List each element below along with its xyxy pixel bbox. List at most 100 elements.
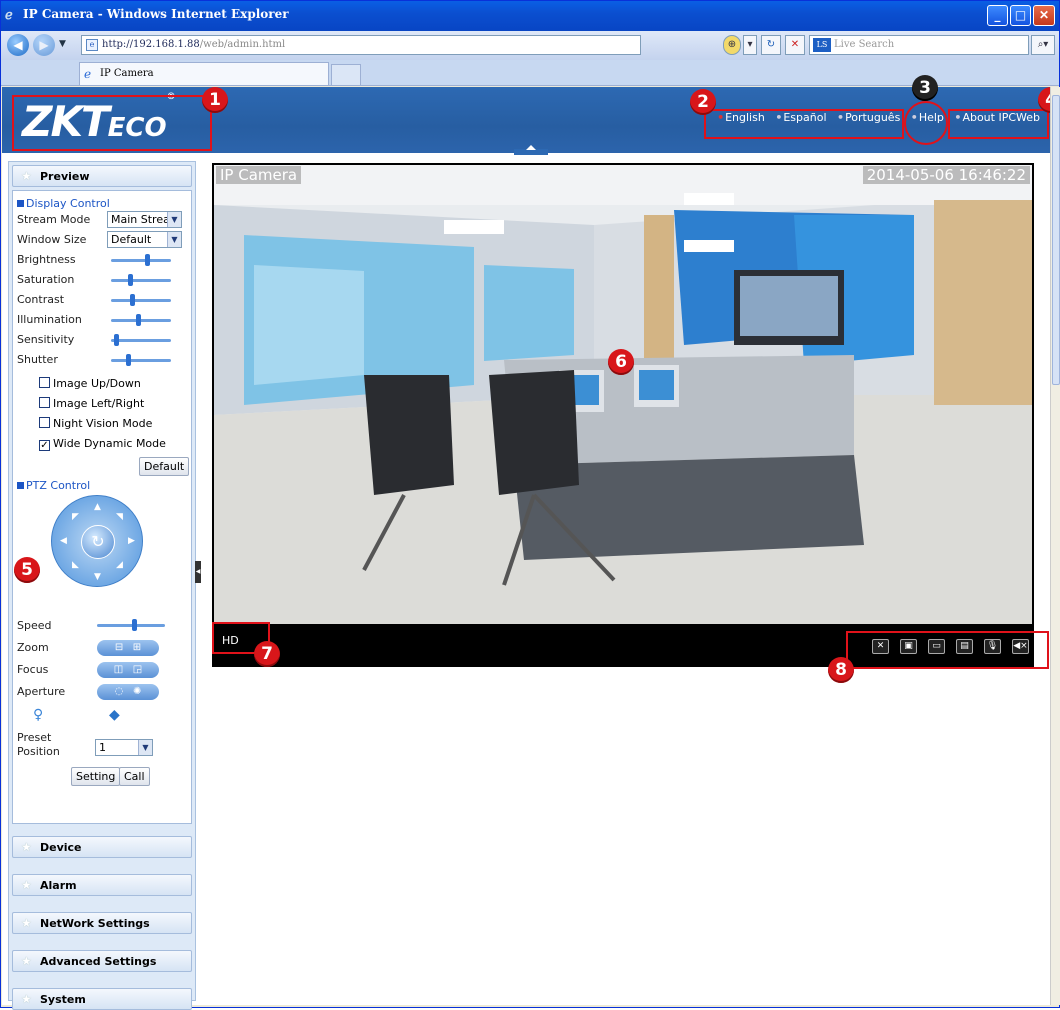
section-system[interactable]: ★ System: [12, 988, 192, 1010]
ptz-control-label: PTZ Control: [26, 479, 91, 492]
section-alarm[interactable]: ★ Alarm: [12, 874, 192, 896]
display-control-heading: Display Control: [13, 197, 110, 210]
maximize-icon[interactable]: □: [1010, 5, 1031, 26]
ptz-auto-icon[interactable]: ↻: [81, 525, 115, 559]
slider-thumb[interactable]: [130, 294, 135, 306]
checkbox-option[interactable]: Night Vision Mode: [39, 417, 152, 430]
page-scrollbar[interactable]: [1050, 87, 1060, 1005]
preset-label-line2: Position: [17, 745, 60, 758]
focus-controls[interactable]: ◫ ◲: [97, 662, 159, 678]
checkbox-icon[interactable]: [39, 397, 50, 408]
default-button[interactable]: Default: [139, 457, 190, 476]
callout-box-1: [12, 95, 212, 151]
scrollbar-thumb[interactable]: [1052, 95, 1060, 385]
window-size-select[interactable]: Default ▼: [107, 231, 182, 248]
focus-near-icon[interactable]: ◫: [114, 664, 123, 675]
speed-slider[interactable]: [97, 619, 165, 631]
section-label: Advanced Settings: [40, 955, 157, 968]
aperture-label: Aperture: [17, 685, 66, 698]
sidebar: ★ Preview Display Control Stream Mode Ma…: [8, 161, 196, 1010]
video-caption: IP Camera: [216, 166, 302, 184]
collapse-sidebar-handle[interactable]: ◀: [195, 561, 201, 583]
slider-track: [111, 299, 171, 302]
new-tab-button[interactable]: [331, 64, 361, 85]
image-slider[interactable]: [111, 334, 171, 346]
focus-far-icon[interactable]: ◲: [133, 664, 142, 675]
zoom-out-icon[interactable]: ⊟: [115, 642, 123, 653]
search-input[interactable]: LS Live Search: [809, 35, 1029, 55]
ptz-upleft-icon[interactable]: ◤: [72, 512, 79, 522]
light-icon[interactable]: ♀: [33, 707, 43, 723]
refresh-icon[interactable]: ↻: [761, 35, 781, 55]
star-icon: ★: [21, 916, 32, 930]
ptz-upright-icon[interactable]: ◥: [116, 512, 123, 522]
ptz-downright-icon[interactable]: ◢: [116, 560, 123, 570]
ptz-up-icon[interactable]: ▲: [94, 502, 101, 512]
url-dropdown-icon[interactable]: ▾: [743, 35, 757, 55]
slider-thumb[interactable]: [128, 274, 133, 286]
window-size-value: Default: [111, 233, 152, 246]
slider-thumb[interactable]: [114, 334, 119, 346]
collapse-header-handle[interactable]: [514, 145, 548, 155]
forward-icon[interactable]: ▶: [33, 34, 55, 56]
image-slider[interactable]: [111, 274, 171, 286]
callout-box-8: [846, 631, 1049, 669]
zoom-in-icon[interactable]: ⊞: [133, 642, 141, 653]
checkbox-icon[interactable]: [39, 377, 50, 388]
slider-label: Saturation: [17, 273, 75, 286]
section-preview[interactable]: ★ Preview: [12, 165, 192, 187]
zoom-controls[interactable]: ⊟ ⊞: [97, 640, 159, 656]
slider-thumb[interactable]: [136, 314, 141, 326]
checkbox-checked-icon[interactable]: ✓: [39, 440, 50, 451]
back-icon[interactable]: ◀: [7, 34, 29, 56]
ptz-left-icon[interactable]: ◀: [60, 536, 67, 546]
checkbox-option[interactable]: Image Up/Down: [39, 377, 141, 390]
section-advanced-settings[interactable]: ★ Advanced Settings: [12, 950, 192, 972]
image-slider[interactable]: [111, 354, 171, 366]
slider-thumb[interactable]: [126, 354, 131, 366]
preset-setting-button[interactable]: Setting: [71, 767, 121, 786]
checkbox-label: Night Vision Mode: [53, 417, 153, 430]
aperture-open-icon[interactable]: ✺: [133, 686, 141, 697]
live-video[interactable]: IP Camera 2014-05-06 16:46:22: [212, 163, 1034, 667]
slider-track: [111, 359, 171, 362]
checkbox-label: Image Left/Right: [53, 397, 145, 410]
image-slider[interactable]: [111, 294, 171, 306]
checkbox-option[interactable]: Image Left/Right: [39, 397, 144, 410]
history-dropdown-icon[interactable]: ▼: [59, 39, 66, 49]
ptz-downleft-icon[interactable]: ◣: [72, 560, 79, 570]
tab-ip-camera[interactable]: ℯ IP Camera: [79, 62, 329, 85]
callout-box-2: [704, 109, 904, 139]
image-slider[interactable]: [111, 314, 171, 326]
ptz-direction-pad[interactable]: ▲ ▼ ◀ ▶ ◤ ◥ ◣ ◢ ↻: [51, 495, 143, 587]
section-label: Device: [40, 841, 82, 854]
aperture-close-icon[interactable]: ◌: [115, 686, 124, 697]
stream-mode-select[interactable]: Main Strea ▼: [107, 211, 182, 228]
ptz-right-icon[interactable]: ▶: [128, 536, 135, 546]
preset-select[interactable]: 1 ▼: [95, 739, 153, 756]
slider-label: Brightness: [17, 253, 76, 266]
preset-call-button[interactable]: Call: [119, 767, 150, 786]
url-path: /web/admin.html: [199, 39, 286, 50]
compat-icon[interactable]: ⊕: [723, 35, 741, 55]
section-device[interactable]: ★ Device: [12, 836, 192, 858]
slider-thumb[interactable]: [145, 254, 150, 266]
section-network-settings[interactable]: ★ NetWork Settings: [12, 912, 192, 934]
ptz-control-heading: PTZ Control: [13, 479, 90, 492]
search-icon[interactable]: ⌕▾: [1031, 35, 1055, 55]
url-input[interactable]: e http://192.168.1.88/web/admin.html: [81, 35, 641, 55]
minimize-icon[interactable]: _: [987, 5, 1008, 26]
checkbox-icon[interactable]: [39, 417, 50, 428]
star-icon: ★: [21, 840, 32, 854]
close-icon[interactable]: ✕: [1033, 5, 1055, 26]
aperture-controls[interactable]: ◌ ✺: [97, 684, 159, 700]
image-slider[interactable]: [111, 254, 171, 266]
ptz-down-icon[interactable]: ▼: [94, 572, 101, 582]
stop-icon[interactable]: ✕: [785, 35, 805, 55]
wiper-icon[interactable]: ◆: [109, 707, 120, 723]
checkbox-option[interactable]: ✓ Wide Dynamic Mode: [39, 437, 166, 451]
slider-track: [111, 279, 171, 282]
square-icon: [17, 200, 24, 207]
slider-thumb[interactable]: [132, 619, 137, 631]
callout-5: 5: [14, 557, 40, 583]
